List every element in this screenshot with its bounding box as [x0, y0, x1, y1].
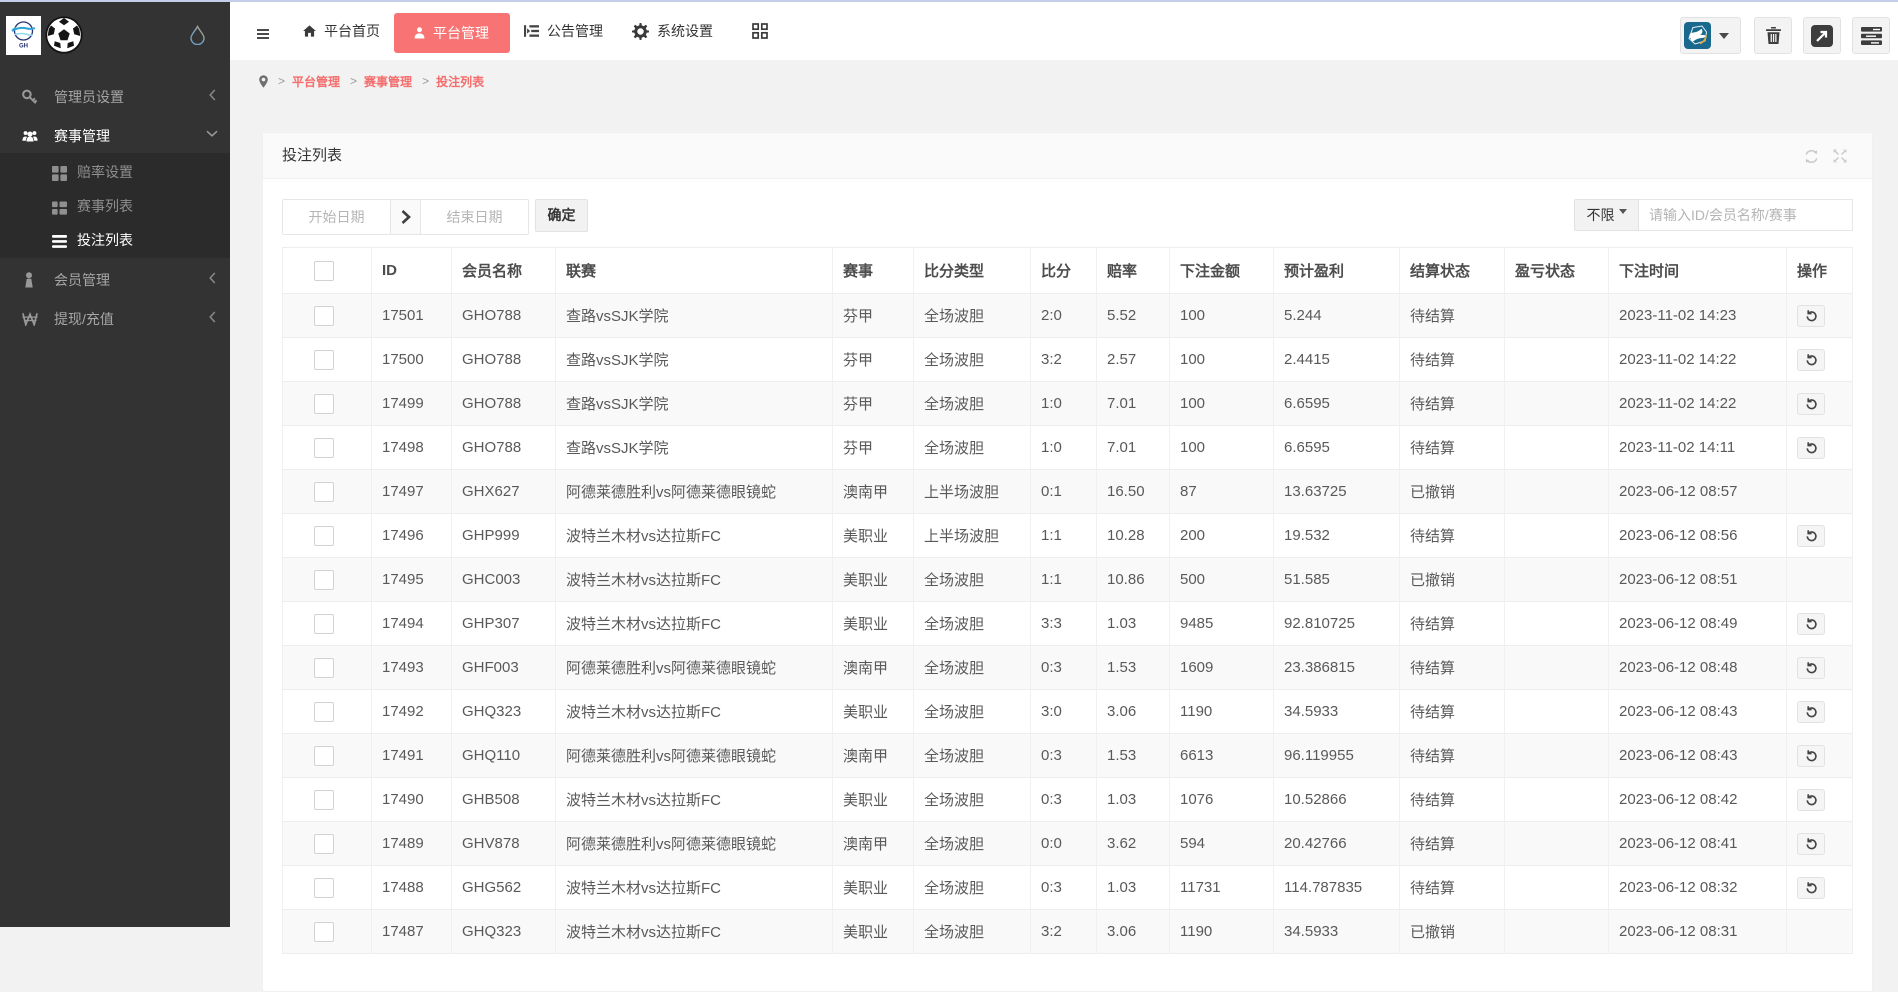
svg-text:GH: GH	[19, 44, 28, 50]
